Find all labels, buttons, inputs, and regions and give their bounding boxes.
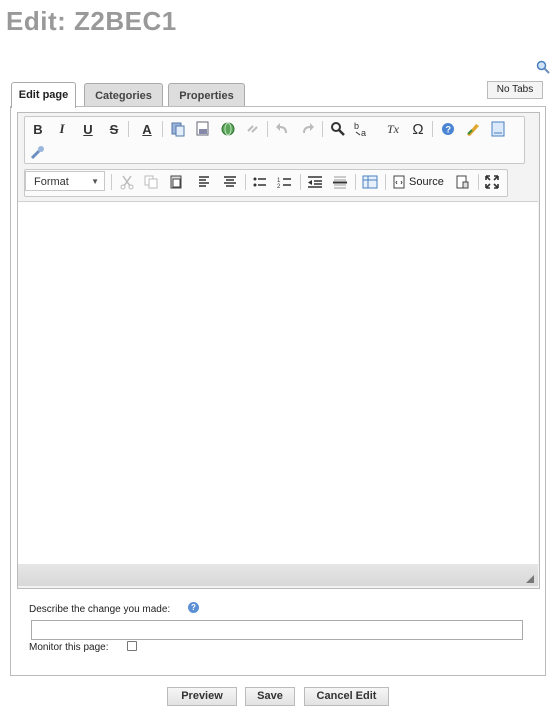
horizontal-rule-icon[interactable] [331,173,349,191]
toolbar-separator [478,174,479,190]
outdent-icon[interactable] [306,173,324,191]
toolbar-separator [355,174,356,190]
toolbar-separator [128,121,129,137]
remove-format-button[interactable]: Tx [384,120,402,138]
toolbar-separator [432,121,433,137]
align-center-icon[interactable] [221,173,239,191]
page-break-icon[interactable] [453,173,471,191]
monitor-page-checkbox[interactable] [127,641,137,651]
toolbar-separator [300,174,301,190]
template-icon[interactable] [489,120,507,138]
format-dropdown[interactable]: Format ▼ [25,171,105,191]
toolbar-separator [267,121,268,137]
toolbar-separator [111,174,112,190]
page-title: Edit: Z2BEC1 [6,6,177,36]
monitor-page-label: Monitor this page: [29,642,109,653]
format-label: Format [34,176,69,188]
source-icon[interactable] [390,173,408,191]
underline-button[interactable]: U [79,120,97,138]
toolbar-separator [245,174,246,190]
chevron-down-icon: ▼ [91,177,99,186]
toolbar-separator [385,174,386,190]
spellcheck-icon[interactable] [464,120,482,138]
magnifier-icon[interactable] [536,60,550,74]
replace-icon[interactable]: ba [353,120,371,138]
help-icon[interactable]: ? [439,120,457,138]
undo-icon[interactable] [274,120,292,138]
cancel-edit-button[interactable]: Cancel Edit [304,687,389,706]
numbered-list-icon[interactable]: 12 [276,173,294,191]
svg-text:2: 2 [277,184,281,190]
help-icon[interactable]: ? [188,602,199,613]
svg-text:a: a [361,128,366,138]
preview-button[interactable]: Preview [167,687,237,706]
paste-icon[interactable] [167,173,185,191]
no-tabs-button[interactable]: No Tabs [487,81,543,99]
cut-icon[interactable] [118,173,136,191]
image-icon[interactable] [194,120,212,138]
align-left-icon[interactable] [196,173,214,191]
table-icon[interactable] [361,173,379,191]
editor-statusbar [18,564,538,586]
bulleted-list-icon[interactable] [251,173,269,191]
editor-content-area[interactable] [18,201,538,565]
describe-change-label: Describe the change you made: [29,604,171,615]
redo-icon[interactable] [298,120,316,138]
resize-handle-icon[interactable] [526,575,534,583]
italic-button[interactable]: I [53,120,71,138]
edit-summary-input[interactable] [31,620,523,640]
svg-text:?: ? [446,125,452,135]
find-icon[interactable] [329,120,347,138]
bold-button[interactable]: B [29,120,47,138]
wrench-icon[interactable] [29,143,47,161]
toolbar-separator [322,121,323,137]
source-button[interactable]: Source [409,176,444,188]
unlink-icon[interactable] [244,120,262,138]
maximize-icon[interactable] [483,173,501,191]
link-globe-icon[interactable] [219,120,237,138]
special-char-button[interactable]: Ω [409,120,427,138]
svg-text:b: b [354,121,359,131]
toolbar-separator [162,121,163,137]
tab-categories[interactable]: Categories [84,83,163,107]
strikethrough-button[interactable]: S [105,120,123,138]
tab-edit-page[interactable]: Edit page [11,82,76,108]
copy-icon[interactable] [142,173,160,191]
save-button[interactable]: Save [245,687,295,706]
paste-word-icon[interactable] [169,120,187,138]
tab-properties[interactable]: Properties [168,83,245,107]
text-color-button[interactable]: A [136,120,158,138]
